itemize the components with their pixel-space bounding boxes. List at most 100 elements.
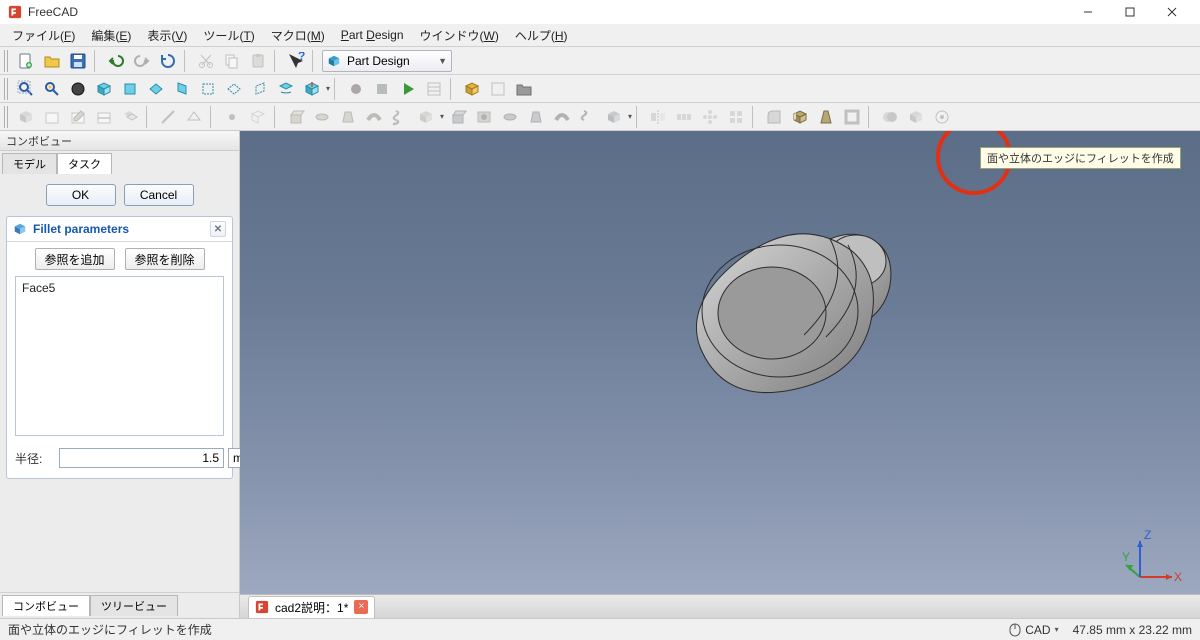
fillet-icon[interactable] xyxy=(762,106,786,128)
datum-point-icon[interactable] xyxy=(220,106,244,128)
fillet-parameters-title: Fillet parameters xyxy=(33,222,129,236)
new-icon[interactable] xyxy=(14,50,38,72)
svg-text:Z: Z xyxy=(1144,528,1151,542)
combo-view-panel: コンボビュー モデル タスク OK Cancel Fillet paramete… xyxy=(0,131,240,618)
menu-window[interactable]: ウインドウ(W) xyxy=(412,25,507,46)
macro-record-icon[interactable] xyxy=(344,78,368,100)
clone-icon[interactable] xyxy=(118,106,142,128)
macro-stop-icon[interactable] xyxy=(370,78,394,100)
migrate-icon[interactable] xyxy=(904,106,928,128)
copy-icon[interactable] xyxy=(220,50,244,72)
chamfer-icon[interactable] xyxy=(788,106,812,128)
multi-transform-icon[interactable] xyxy=(724,106,748,128)
menu-view[interactable]: 表示(V) xyxy=(139,25,195,46)
status-bar: 面や立体のエッジにフィレットを作成 CAD▾ 47.85 mm x 23.22 … xyxy=(0,618,1200,640)
collapse-icon[interactable]: ✕ xyxy=(210,221,226,237)
menu-file[interactable]: ファイル(F) xyxy=(4,25,83,46)
references-list[interactable]: Face5 xyxy=(15,276,224,436)
groove-icon[interactable] xyxy=(498,106,522,128)
3d-viewport[interactable]: 面や立体のエッジにフィレットを作成 xyxy=(240,131,1200,618)
refresh-icon[interactable] xyxy=(156,50,180,72)
sub-helix-icon[interactable] xyxy=(576,106,600,128)
undo-icon[interactable] xyxy=(104,50,128,72)
view-right-icon[interactable] xyxy=(170,78,194,100)
sub-sweep-icon[interactable] xyxy=(550,106,574,128)
datum-line-icon[interactable] xyxy=(156,106,180,128)
navstyle-toggle[interactable]: CAD▾ xyxy=(1009,623,1058,637)
cancel-button[interactable]: Cancel xyxy=(124,184,194,206)
whatsthis-icon[interactable]: ? xyxy=(284,50,308,72)
view-rotate-icon[interactable] xyxy=(274,78,298,100)
mirror-icon[interactable] xyxy=(646,106,670,128)
sub-primitive-icon[interactable] xyxy=(602,106,626,128)
map-sketch-icon[interactable] xyxy=(92,106,116,128)
fit-selection-icon[interactable] xyxy=(40,78,64,100)
view-measure-icon[interactable] xyxy=(300,78,324,100)
folder-icon[interactable] xyxy=(512,78,536,100)
minimize-button[interactable] xyxy=(1068,0,1108,24)
redo-icon[interactable] xyxy=(130,50,154,72)
sub-loft-icon[interactable] xyxy=(524,106,548,128)
fit-all-icon[interactable] xyxy=(14,78,38,100)
bottom-tab-combo[interactable]: コンボビュー xyxy=(2,595,90,616)
involute-icon[interactable] xyxy=(930,106,954,128)
workbench-selector[interactable]: Part Design ▼ xyxy=(322,50,452,72)
draft-icon[interactable] xyxy=(814,106,838,128)
menu-partdesign[interactable]: Part Design xyxy=(333,26,412,44)
shape-binder-icon[interactable] xyxy=(246,106,270,128)
cut-icon[interactable] xyxy=(194,50,218,72)
tab-task[interactable]: タスク xyxy=(57,153,112,174)
macro-play-icon[interactable] xyxy=(396,78,420,100)
add-helix-icon[interactable] xyxy=(388,106,412,128)
menu-macro[interactable]: マクロ(M) xyxy=(263,25,333,46)
revolution-icon[interactable] xyxy=(310,106,334,128)
tab-model[interactable]: モデル xyxy=(2,153,57,174)
boolean-icon[interactable] xyxy=(878,106,902,128)
ok-button[interactable]: OK xyxy=(46,184,116,206)
open-icon[interactable] xyxy=(40,50,64,72)
bottom-tab-tree[interactable]: ツリービュー xyxy=(90,595,178,616)
view-front-icon[interactable] xyxy=(118,78,142,100)
document-tab[interactable]: cad2説明：1* × xyxy=(248,596,375,618)
maximize-button[interactable] xyxy=(1110,0,1150,24)
part-icon[interactable] xyxy=(460,78,484,100)
macro-edit-icon[interactable] xyxy=(422,78,446,100)
add-primitive-icon[interactable] xyxy=(414,106,438,128)
view-top-icon[interactable] xyxy=(144,78,168,100)
workbench-icon xyxy=(327,54,341,68)
view-bottom-icon[interactable] xyxy=(222,78,246,100)
radius-input[interactable] xyxy=(59,448,224,468)
menu-edit[interactable]: 編集(E) xyxy=(83,25,139,46)
paste-icon[interactable] xyxy=(246,50,270,72)
pocket-icon[interactable] xyxy=(446,106,470,128)
view-left-icon[interactable] xyxy=(248,78,272,100)
view-iso-icon[interactable] xyxy=(92,78,116,100)
create-body-icon[interactable] xyxy=(14,106,38,128)
polar-pattern-icon[interactable] xyxy=(698,106,722,128)
draw-style-icon[interactable] xyxy=(66,78,90,100)
sweep-icon[interactable] xyxy=(362,106,386,128)
edit-sketch-icon[interactable] xyxy=(66,106,90,128)
loft-icon[interactable] xyxy=(336,106,360,128)
group-icon[interactable] xyxy=(486,78,510,100)
delete-reference-button[interactable]: 参照を削除 xyxy=(125,248,205,270)
datum-plane-icon[interactable] xyxy=(182,106,206,128)
status-hint: 面や立体のエッジにフィレットを作成 xyxy=(8,621,212,638)
menu-tools[interactable]: ツール(T) xyxy=(195,25,262,46)
linear-pattern-icon[interactable] xyxy=(672,106,696,128)
hole-icon[interactable] xyxy=(472,106,496,128)
close-button[interactable] xyxy=(1152,0,1192,24)
save-icon[interactable] xyxy=(66,50,90,72)
close-tab-icon[interactable]: × xyxy=(354,600,368,614)
workbench-label: Part Design xyxy=(347,54,410,68)
list-item[interactable]: Face5 xyxy=(22,281,217,295)
thickness-icon[interactable] xyxy=(840,106,864,128)
document-tab-label: cad2説明：1* xyxy=(275,599,348,616)
view-back-icon[interactable] xyxy=(196,78,220,100)
create-sketch-icon[interactable] xyxy=(40,106,64,128)
svg-text:?: ? xyxy=(298,52,305,63)
menu-help[interactable]: ヘルプ(H) xyxy=(507,25,576,46)
add-reference-button[interactable]: 参照を追加 xyxy=(35,248,115,270)
fillet-tooltip: 面や立体のエッジにフィレットを作成 xyxy=(980,147,1181,169)
pad-icon[interactable] xyxy=(284,106,308,128)
